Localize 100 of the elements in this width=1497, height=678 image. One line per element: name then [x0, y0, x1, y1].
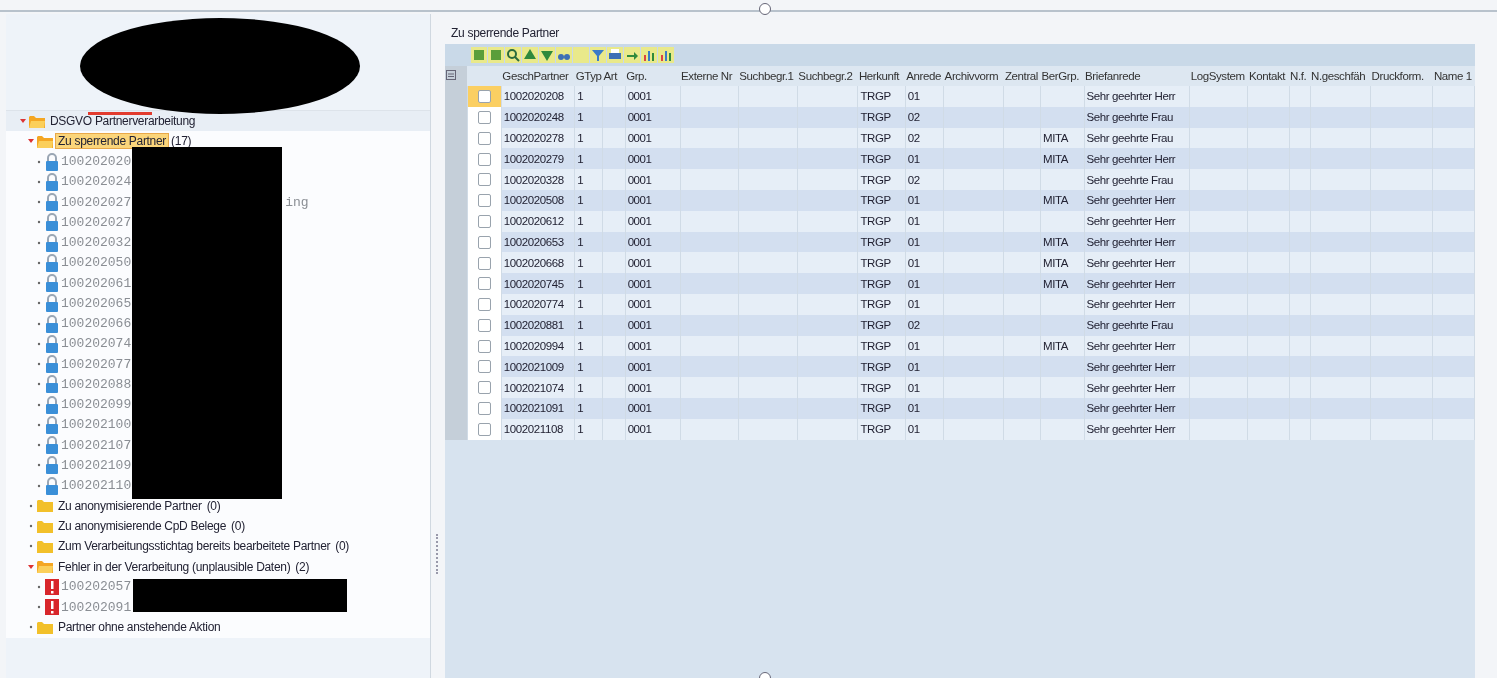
filter-icon[interactable]	[590, 47, 606, 63]
tree-folder-label[interactable]: Fehler in der Verarbeitung (unplausible Daten)	[55, 558, 294, 575]
row-checkbox[interactable]	[478, 194, 492, 208]
expand-toggle-icon[interactable]	[28, 138, 34, 145]
table-cell: 1	[577, 152, 584, 165]
bullet-icon	[36, 300, 42, 307]
expand-toggle-icon[interactable]	[28, 624, 34, 631]
table-cell: TRGP	[860, 256, 891, 269]
expand-toggle-icon[interactable]	[20, 118, 26, 125]
row-checkbox[interactable]	[478, 173, 492, 187]
table-cell: 0001	[627, 235, 652, 248]
bullet-icon	[36, 199, 42, 206]
table-cell: 02	[907, 132, 920, 144]
tree-folder-label[interactable]: Partner ohne anstehende Aktion	[55, 619, 224, 636]
padlock-icon	[45, 152, 59, 171]
table-cell: 1002021074	[503, 381, 564, 394]
folder-icon	[37, 134, 53, 148]
row-checkbox[interactable]	[478, 318, 492, 332]
sort-ascending-icon[interactable]	[522, 47, 538, 63]
table-cell: TRGP	[860, 381, 891, 394]
row-checkbox[interactable]	[478, 277, 492, 291]
table-cell: Sehr geehrte Frau	[1086, 132, 1174, 144]
table-cell: 01	[907, 215, 920, 228]
folder-icon	[37, 519, 53, 533]
tree-folder-label[interactable]: Zu anonymisierende CpD Belege	[55, 518, 230, 535]
select-all-icon[interactable]	[446, 70, 456, 80]
table-cell: 0001	[627, 319, 652, 332]
table-cell: TRGP	[860, 90, 891, 103]
bullet-icon	[36, 239, 42, 246]
expand-toggle-icon[interactable]	[28, 563, 34, 570]
table-cell: 0001	[627, 111, 652, 124]
table-cell: 1002020278	[503, 132, 564, 144]
row-checkbox[interactable]	[478, 256, 492, 270]
table-cell: 0001	[627, 381, 652, 394]
table-icon[interactable]	[488, 47, 504, 63]
table-cell: 1	[577, 111, 584, 124]
table-cell: MITA	[1042, 132, 1068, 144]
row-checkbox[interactable]	[478, 422, 492, 436]
table-cell: Sehr geehrter Herr	[1086, 423, 1176, 436]
table-cell: Sehr geehrter Herr	[1086, 90, 1176, 103]
exclamation-icon	[45, 599, 59, 616]
chart-icon[interactable]	[658, 47, 674, 63]
row-checkbox[interactable]	[478, 360, 492, 374]
padlock-icon	[45, 415, 59, 434]
table-cell: 1	[577, 402, 584, 415]
sort-descending-icon[interactable]	[539, 47, 555, 63]
tree-folder-label[interactable]: Zu anonymisierende Partner	[55, 497, 205, 514]
binoculars-icon[interactable]	[556, 47, 572, 63]
row-checkbox[interactable]	[478, 235, 492, 249]
table-cell: 0001	[627, 194, 652, 207]
row-checkbox[interactable]	[478, 381, 492, 395]
chart-icon[interactable]	[641, 47, 657, 63]
padlock-icon	[45, 274, 59, 293]
item-count: (0)	[231, 519, 245, 534]
table-cell: 01	[907, 194, 920, 207]
print-icon[interactable]	[607, 47, 623, 63]
tree-item-label: ing	[285, 194, 309, 210]
row-checkbox[interactable]	[478, 90, 492, 104]
table-cell: 1002020208	[503, 90, 564, 103]
row-checkbox[interactable]	[478, 131, 492, 145]
row-checkbox[interactable]	[478, 402, 492, 416]
export-icon[interactable]	[624, 47, 640, 63]
tree-folder-label[interactable]: Zum Verarbeitungsstichtag bereits bearbeitete Partner	[55, 538, 334, 555]
table-cell: 0001	[627, 256, 652, 269]
table-cell: Sehr geehrter Herr	[1086, 194, 1176, 207]
folder-icon	[37, 560, 53, 574]
table-cell: Sehr geehrte Frau	[1086, 111, 1174, 124]
row-checkbox[interactable]	[478, 110, 492, 124]
tree-folder-label[interactable]: Zu sperrende Partner	[55, 133, 170, 150]
table-cell: MITA	[1042, 256, 1068, 269]
table-cell: TRGP	[860, 319, 891, 332]
row-checkbox[interactable]	[478, 214, 492, 228]
padlock-icon	[45, 355, 59, 374]
table-cell: 1	[577, 194, 584, 207]
table-cell: Sehr geehrter Herr	[1086, 360, 1176, 373]
expand-toggle-icon[interactable]	[28, 523, 34, 530]
row-checkbox[interactable]	[478, 152, 492, 166]
table-cell: MITA	[1042, 339, 1068, 352]
table-cell: 0001	[627, 360, 652, 373]
table-cell: 0001	[627, 132, 652, 144]
resize-handle[interactable]	[759, 3, 771, 15]
table-cell: 1	[577, 256, 584, 269]
table-cell: 01	[907, 381, 920, 394]
table-cell: MITA	[1042, 235, 1068, 248]
row-checkbox[interactable]	[478, 339, 492, 353]
padlock-icon	[45, 193, 59, 212]
row-checkbox[interactable]	[478, 298, 492, 312]
table-cell: 0001	[627, 152, 652, 165]
expand-toggle-icon[interactable]	[28, 543, 34, 550]
padlock-icon	[45, 436, 59, 455]
expand-toggle-icon[interactable]	[28, 502, 34, 509]
table-cell: 1	[577, 423, 584, 436]
table-cell: 1	[577, 215, 584, 228]
table-icon[interactable]	[471, 47, 487, 63]
table-cell: TRGP	[860, 132, 891, 144]
folder-icon	[29, 114, 45, 128]
bullet-icon	[36, 340, 42, 347]
table-cell: 0001	[627, 277, 652, 290]
search-icon[interactable]	[505, 47, 521, 63]
splitter-grip[interactable]	[436, 534, 440, 574]
